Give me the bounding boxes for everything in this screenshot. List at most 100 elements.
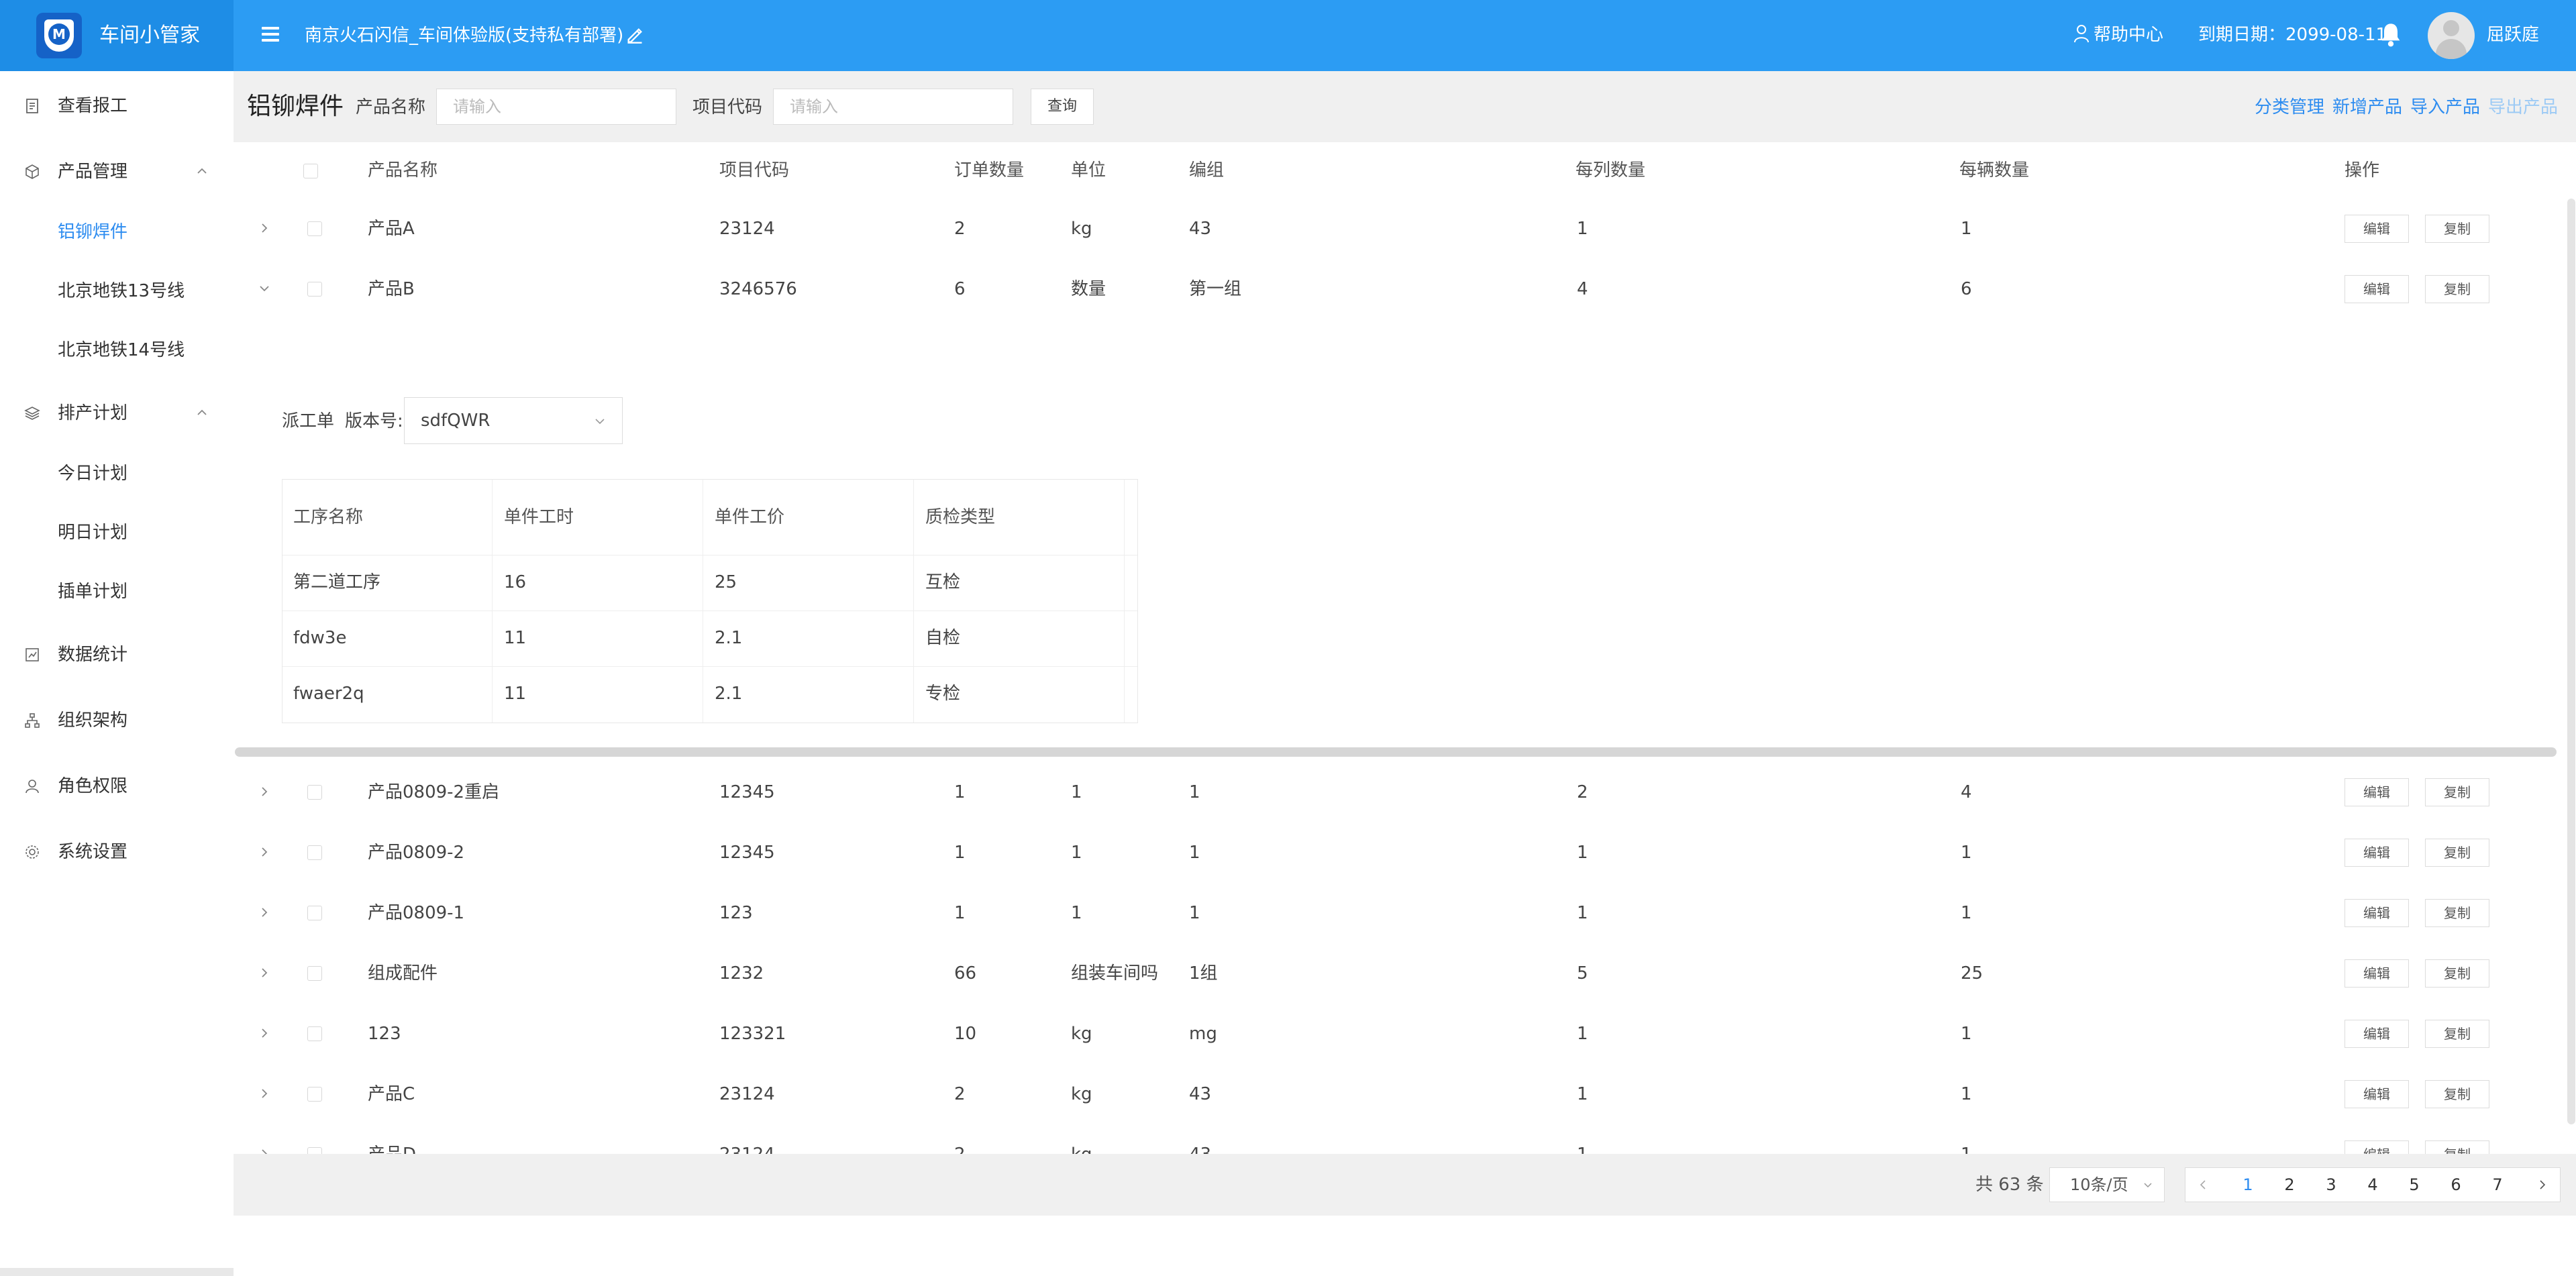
column-divider	[492, 480, 493, 723]
sidebar-item-statistics[interactable]: 数据统计	[0, 633, 234, 676]
page-6[interactable]: 6	[2446, 1168, 2466, 1202]
page-3[interactable]: 3	[2321, 1168, 2341, 1202]
avatar[interactable]	[2428, 12, 2475, 59]
edit-button[interactable]: 编辑	[2345, 1140, 2409, 1154]
import-product-link[interactable]: 导入产品	[2410, 95, 2480, 119]
cell-per-vehicle-qty: 1	[1961, 843, 1972, 863]
column-divider	[913, 480, 914, 723]
edit-button[interactable]: 编辑	[2345, 1020, 2409, 1048]
sidebar-sub-item-aluminum-rivet[interactable]: 铝铆焊件	[0, 211, 234, 254]
edit-button[interactable]: 编辑	[2345, 778, 2409, 806]
sidebar-sub-item-tomorrow-plan[interactable]: 明日计划	[0, 511, 234, 554]
copy-button[interactable]: 复制	[2425, 275, 2489, 303]
cell-qc-type: 互检	[925, 572, 961, 592]
chevron-right-icon[interactable]	[258, 845, 271, 859]
table-row[interactable]: 产品C 23124 2 kg 43 1 1 编辑 复制	[234, 1064, 2576, 1125]
total-count: 共 63 条	[1975, 1175, 2044, 1195]
chevron-right-icon[interactable]	[258, 1026, 271, 1040]
sidebar-item-scheduling[interactable]: 排产计划	[0, 392, 234, 435]
sidebar-item-roles[interactable]: 角色权限	[0, 765, 234, 808]
edit-button[interactable]: 编辑	[2345, 839, 2409, 867]
table-row[interactable]: 产品B 3246576 6 数量 第一组 4 6 编辑 复制	[234, 259, 2576, 320]
chevron-right-icon[interactable]	[258, 1087, 271, 1100]
bell-icon[interactable]	[2377, 21, 2404, 48]
chevron-right-icon[interactable]	[258, 785, 271, 798]
copy-button[interactable]: 复制	[2425, 215, 2489, 243]
row-checkbox[interactable]	[307, 785, 322, 800]
chevron-right-icon[interactable]	[2536, 1179, 2548, 1191]
copy-button[interactable]: 复制	[2425, 839, 2489, 867]
edit-workspace-icon[interactable]	[625, 25, 644, 44]
sidebar-sub-item-beijing-line-14[interactable]: 北京地铁14号线	[0, 329, 234, 372]
hamburger-menu-icon[interactable]	[262, 27, 279, 42]
row-checkbox[interactable]	[307, 845, 322, 860]
cell-unit: kg	[1071, 1084, 1092, 1104]
row-checkbox[interactable]	[307, 1087, 322, 1102]
sidebar-item-reports[interactable]: 查看报工	[0, 85, 234, 127]
table-row[interactable]: 123 123321 10 kg mg 1 1 编辑 复制	[234, 1004, 2576, 1065]
edit-button[interactable]: 编辑	[2345, 215, 2409, 243]
chevron-right-icon[interactable]	[258, 966, 271, 979]
sidebar-sub-item-label: 今日计划	[58, 464, 128, 484]
sidebar-item-settings[interactable]: 系统设置	[0, 831, 234, 873]
edit-button[interactable]: 编辑	[2345, 959, 2409, 988]
copy-button[interactable]: 复制	[2425, 1080, 2489, 1108]
report-icon	[26, 99, 38, 113]
page-4[interactable]: 4	[2363, 1168, 2383, 1202]
product-name-input[interactable]: 请输入	[436, 89, 676, 125]
table-row[interactable]: 产品0809-2重启 12345 1 1 1 2 4 编辑 复制	[234, 762, 2576, 823]
page-2[interactable]: 2	[2279, 1168, 2300, 1202]
page-5[interactable]: 5	[2404, 1168, 2424, 1202]
sidebar-sub-item-insert-plan[interactable]: 插单计划	[0, 570, 234, 613]
export-product-link[interactable]: 导出产品	[2488, 95, 2558, 119]
sidebar-item-organization[interactable]: 组织架构	[0, 699, 234, 742]
chevron-right-icon[interactable]	[258, 221, 271, 235]
category-management-link[interactable]: 分类管理	[2255, 95, 2324, 119]
add-product-link[interactable]: 新增产品	[2332, 95, 2402, 119]
edit-button[interactable]: 编辑	[2345, 1080, 2409, 1108]
copy-button[interactable]: 复制	[2425, 899, 2489, 927]
select-all-checkbox[interactable]	[303, 164, 318, 178]
row-checkbox[interactable]	[307, 282, 322, 297]
chevron-left-icon[interactable]	[2198, 1179, 2210, 1191]
cell-unit: kg	[1071, 1145, 1092, 1155]
table-row[interactable]: 产品0809-1 123 1 1 1 1 1 编辑 复制	[234, 883, 2576, 944]
vertical-scrollbar[interactable]	[2567, 199, 2575, 1124]
query-button[interactable]: 查询	[1031, 89, 1094, 125]
horizontal-scrollbar[interactable]	[235, 747, 2557, 757]
cell-group: 1	[1189, 782, 1200, 802]
row-checkbox[interactable]	[307, 1026, 322, 1041]
table-row[interactable]: 组成配件 1232 66 组装车间吗 1组 5 25 编辑 复制	[234, 943, 2576, 1004]
main-content: 铝铆焊件 产品名称 请输入 项目代码 请输入 查询 分类管理 新增产品 导入产品…	[234, 71, 2576, 1276]
sidebar-item-product-management[interactable]: 产品管理	[0, 150, 234, 193]
cell-project-code: 1232	[719, 963, 764, 983]
table-row[interactable]: 产品0809-2 12345 1 1 1 1 1 编辑 复制	[234, 822, 2576, 884]
copy-button[interactable]: 复制	[2425, 1020, 2489, 1048]
row-checkbox[interactable]	[307, 966, 322, 981]
copy-button[interactable]: 复制	[2425, 1140, 2489, 1154]
username[interactable]: 屈跃庭	[2487, 23, 2539, 47]
sidebar-scrollbar[interactable]	[0, 1268, 234, 1276]
brand-area[interactable]: M 车间小管家	[0, 0, 234, 71]
cell-project-code: 123321	[719, 1024, 786, 1044]
help-center-link[interactable]: 帮助中心	[2073, 23, 2163, 47]
project-code-input[interactable]: 请输入	[773, 89, 1013, 125]
sidebar-sub-item-beijing-line-13[interactable]: 北京地铁13号线	[0, 270, 234, 313]
cell-unit-price: 25	[715, 572, 737, 592]
copy-button[interactable]: 复制	[2425, 778, 2489, 806]
sidebar-sub-item-today-plan[interactable]: 今日计划	[0, 452, 234, 495]
chevron-right-icon[interactable]	[258, 906, 271, 919]
chevron-down-icon[interactable]	[258, 282, 271, 295]
page-7[interactable]: 7	[2487, 1168, 2508, 1202]
page-size-select[interactable]: 10条/页	[2049, 1167, 2165, 1202]
version-select-value: sdfQWR	[421, 411, 491, 431]
copy-button[interactable]: 复制	[2425, 959, 2489, 988]
table-row[interactable]: 产品A 23124 2 kg 43 1 1 编辑 复制	[234, 199, 2576, 260]
version-select[interactable]: sdfQWR	[404, 397, 623, 444]
edit-button[interactable]: 编辑	[2345, 899, 2409, 927]
table-row[interactable]: 产品D 23124 2 kg 43 1 1 编辑 复制	[234, 1124, 2576, 1155]
edit-button[interactable]: 编辑	[2345, 275, 2409, 303]
row-checkbox[interactable]	[307, 906, 322, 920]
page-1[interactable]: 1	[2238, 1168, 2258, 1202]
row-checkbox[interactable]	[307, 221, 322, 236]
